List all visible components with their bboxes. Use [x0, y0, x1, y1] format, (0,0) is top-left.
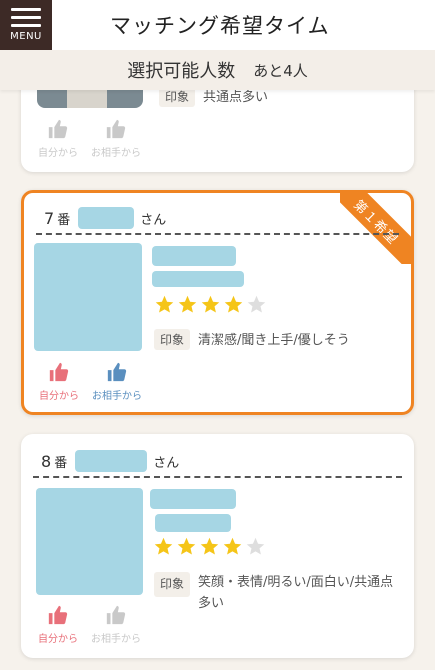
like-from-other: お相手から	[92, 361, 142, 402]
like-status: 自分から お相手から	[33, 604, 141, 645]
like-from-self-label: 自分から	[38, 634, 78, 645]
profile-placeholder	[152, 246, 236, 266]
star-icon	[177, 537, 196, 555]
like-status: 自分から お相手から	[34, 361, 142, 402]
like-from-other: お相手から	[91, 118, 141, 159]
candidate-honorific: さん	[153, 455, 180, 471]
like-from-other-label: お相手から	[92, 391, 142, 402]
ribbon-label: 第１希望	[340, 193, 411, 264]
candidate-number-suffix: 番	[57, 212, 71, 228]
profile-placeholder	[150, 489, 236, 509]
star-icon	[155, 295, 174, 313]
star-icon	[154, 537, 173, 555]
profile-placeholder	[152, 271, 244, 287]
divider	[33, 476, 402, 478]
star-icon	[246, 537, 265, 555]
star-icon	[223, 537, 242, 555]
thumbs-up-icon	[107, 362, 127, 382]
rating-stars	[154, 294, 267, 315]
impression-text: 清潔感/聞き上手/優しそう	[198, 333, 350, 348]
app-header: MENU マッチング希望タイム	[0, 0, 435, 50]
thumbs-up-icon	[49, 362, 69, 382]
menu-button[interactable]: MENU	[0, 0, 52, 50]
thumbs-up-icon	[106, 119, 126, 139]
menu-label: MENU	[10, 31, 42, 42]
like-from-self: 自分から	[33, 118, 83, 159]
star-icon	[247, 295, 266, 313]
candidate-card[interactable]: 8 番 さん 印象 笑顔・表情/明るい/面白い/共通点多い 自分から お相手から	[21, 434, 414, 658]
page-title: マッチング希望タイム	[110, 14, 330, 38]
selection-count-label: 選択可能人数	[127, 61, 236, 82]
candidate-number-row: 8 番 さん	[41, 450, 179, 472]
candidate-photo	[37, 88, 143, 108]
candidate-photo	[34, 243, 142, 351]
star-icon	[224, 295, 243, 313]
candidate-number-row: 7 番 さん	[44, 207, 166, 229]
impression-tag: 印象	[154, 329, 191, 350]
candidate-name-placeholder	[78, 207, 135, 229]
candidate-photo	[36, 488, 143, 595]
candidate-honorific: さん	[140, 212, 167, 228]
impression-tag: 印象	[154, 572, 191, 597]
candidate-number: 8	[41, 451, 52, 471]
like-from-other-label: お相手から	[91, 148, 141, 159]
thumbs-up-icon	[106, 605, 126, 625]
candidate-number-suffix: 番	[54, 455, 68, 471]
star-icon	[178, 295, 197, 313]
thumbs-up-icon	[48, 605, 68, 625]
divider	[36, 233, 399, 235]
candidate-name-placeholder	[75, 450, 148, 472]
selection-count-bar: 選択可能人数 あと4人	[0, 50, 435, 90]
candidate-number: 7	[44, 208, 55, 228]
like-from-self: 自分から	[33, 604, 83, 645]
star-icon	[200, 537, 219, 555]
thumbs-up-icon	[48, 119, 68, 139]
rating-stars	[153, 536, 266, 557]
first-choice-ribbon: 第１希望	[340, 193, 411, 264]
like-from-other-label: お相手から	[91, 634, 141, 645]
impression-row: 印象 笑顔・表情/明るい/面白い/共通点多い	[154, 572, 404, 614]
like-from-other: お相手から	[91, 604, 141, 645]
impression-row: 印象 清潔感/聞き上手/優しそう	[154, 329, 350, 350]
impression-text: 笑顔・表情/明るい/面白い/共通点多い	[198, 575, 394, 611]
like-from-self-label: 自分から	[39, 391, 79, 402]
candidate-card[interactable]: 第１希望 7 番 さん 印象 清潔感/聞き上手/優しそう 自分から お相手から	[21, 190, 414, 415]
hamburger-icon	[11, 8, 41, 32]
like-from-self: 自分から	[34, 361, 84, 402]
like-status: 自分から お相手から	[33, 118, 141, 159]
remaining-count: あと4人	[253, 61, 308, 80]
profile-placeholder	[155, 514, 231, 532]
like-from-self-label: 自分から	[38, 148, 78, 159]
star-icon	[201, 295, 220, 313]
